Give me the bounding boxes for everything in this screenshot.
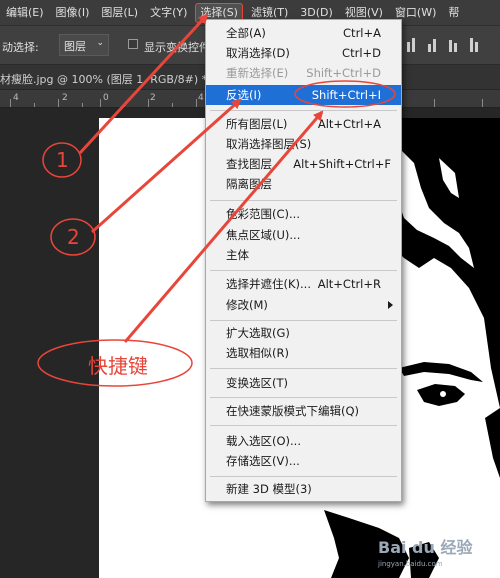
menu-image[interactable]: 图像(I) (50, 0, 96, 25)
menu-item-isolate-layers[interactable]: 隔离图层 (206, 174, 401, 194)
menu-item-modify[interactable]: 修改(M) (206, 295, 401, 315)
layer-select-dropdown[interactable]: 图层 ⌄ (59, 34, 109, 56)
menu-layer[interactable]: 图层(L) (95, 0, 144, 25)
ruler-number: 0 (103, 93, 109, 103)
show-transform-label: 显示变换控件 (144, 41, 210, 54)
menu-type[interactable]: 文字(Y) (144, 0, 193, 25)
watermark-url: jingyan.baidu.com (378, 560, 443, 568)
menu-item-save-selection[interactable]: 存储选区(V)... (206, 451, 401, 471)
submenu-arrow-icon (388, 301, 393, 309)
ruler-number: 2 (62, 93, 68, 103)
menu-item-deselect[interactable]: 取消选择(D) Ctrl+D (206, 43, 401, 63)
menu-item-color-range[interactable]: 色彩范围(C)... (206, 204, 401, 224)
menu-help[interactable]: 帮 (442, 0, 465, 25)
layer-select-value: 图层 (64, 40, 86, 53)
menu-item-quick-mask[interactable]: 在快速蒙版模式下编辑(Q) (206, 401, 401, 421)
align-bottom-icon[interactable] (449, 37, 463, 52)
ruler-number: 4 (13, 93, 19, 103)
menu-item-load-selection[interactable]: 载入选区(O)... (206, 431, 401, 451)
watermark-logo: Bai du 经验 (378, 538, 473, 557)
menu-item-reselect[interactable]: 重新选择(E) Shift+Ctrl+D (206, 63, 401, 83)
document-title: 材瘦脸.jpg @ 100% (图层 1, RGB/8#) * (0, 73, 208, 86)
annotation-label-shortcut: 快捷键 (88, 354, 148, 378)
ruler-number: 2 (150, 93, 156, 103)
align-icons (407, 37, 484, 52)
menu-item-inverse[interactable]: 反选(I) Shift+Ctrl+I (206, 85, 401, 105)
menu-item-grow[interactable]: 扩大选取(G) (206, 323, 401, 343)
menu-item-deselect-layers[interactable]: 取消选择图层(S) (206, 134, 401, 154)
menu-item-subject[interactable]: 主体 (206, 245, 401, 265)
chevron-down-icon: ⌄ (96, 38, 104, 48)
show-transform-checkbox[interactable] (128, 39, 138, 49)
menu-item-similar[interactable]: 选取相似(R) (206, 343, 401, 363)
select-menu-dropdown: 全部(A) Ctrl+A 取消选择(D) Ctrl+D 重新选择(E) Shift+C… (205, 19, 402, 502)
menu-item-transform-selection[interactable]: 变换选区(T) (206, 373, 401, 393)
menu-edit[interactable]: 编辑(E) (0, 0, 50, 25)
menu-item-find-layers[interactable]: 查找图层 Alt+Shift+Ctrl+F (206, 154, 401, 174)
annotation-label-2: 2 (67, 225, 80, 249)
align-left-icon[interactable] (470, 37, 484, 52)
menu-item-new-3d-model[interactable]: 新建 3D 模型(3) (206, 479, 401, 499)
align-vcenter-icon[interactable] (428, 37, 442, 52)
annotation-label-1: 1 (56, 148, 69, 172)
align-top-icon[interactable] (407, 37, 421, 52)
menu-item-select-and-mask[interactable]: 选择并遮住(K)... Alt+Ctrl+R (206, 274, 401, 294)
menu-item-select-all[interactable]: 全部(A) Ctrl+A (206, 23, 401, 43)
auto-select-label: 动选择: (2, 41, 39, 54)
menu-item-focus-area[interactable]: 焦点区域(U)... (206, 225, 401, 245)
menu-item-all-layers[interactable]: 所有图层(L) Alt+Ctrl+A (206, 114, 401, 134)
ruler-number: 4 (198, 93, 204, 103)
